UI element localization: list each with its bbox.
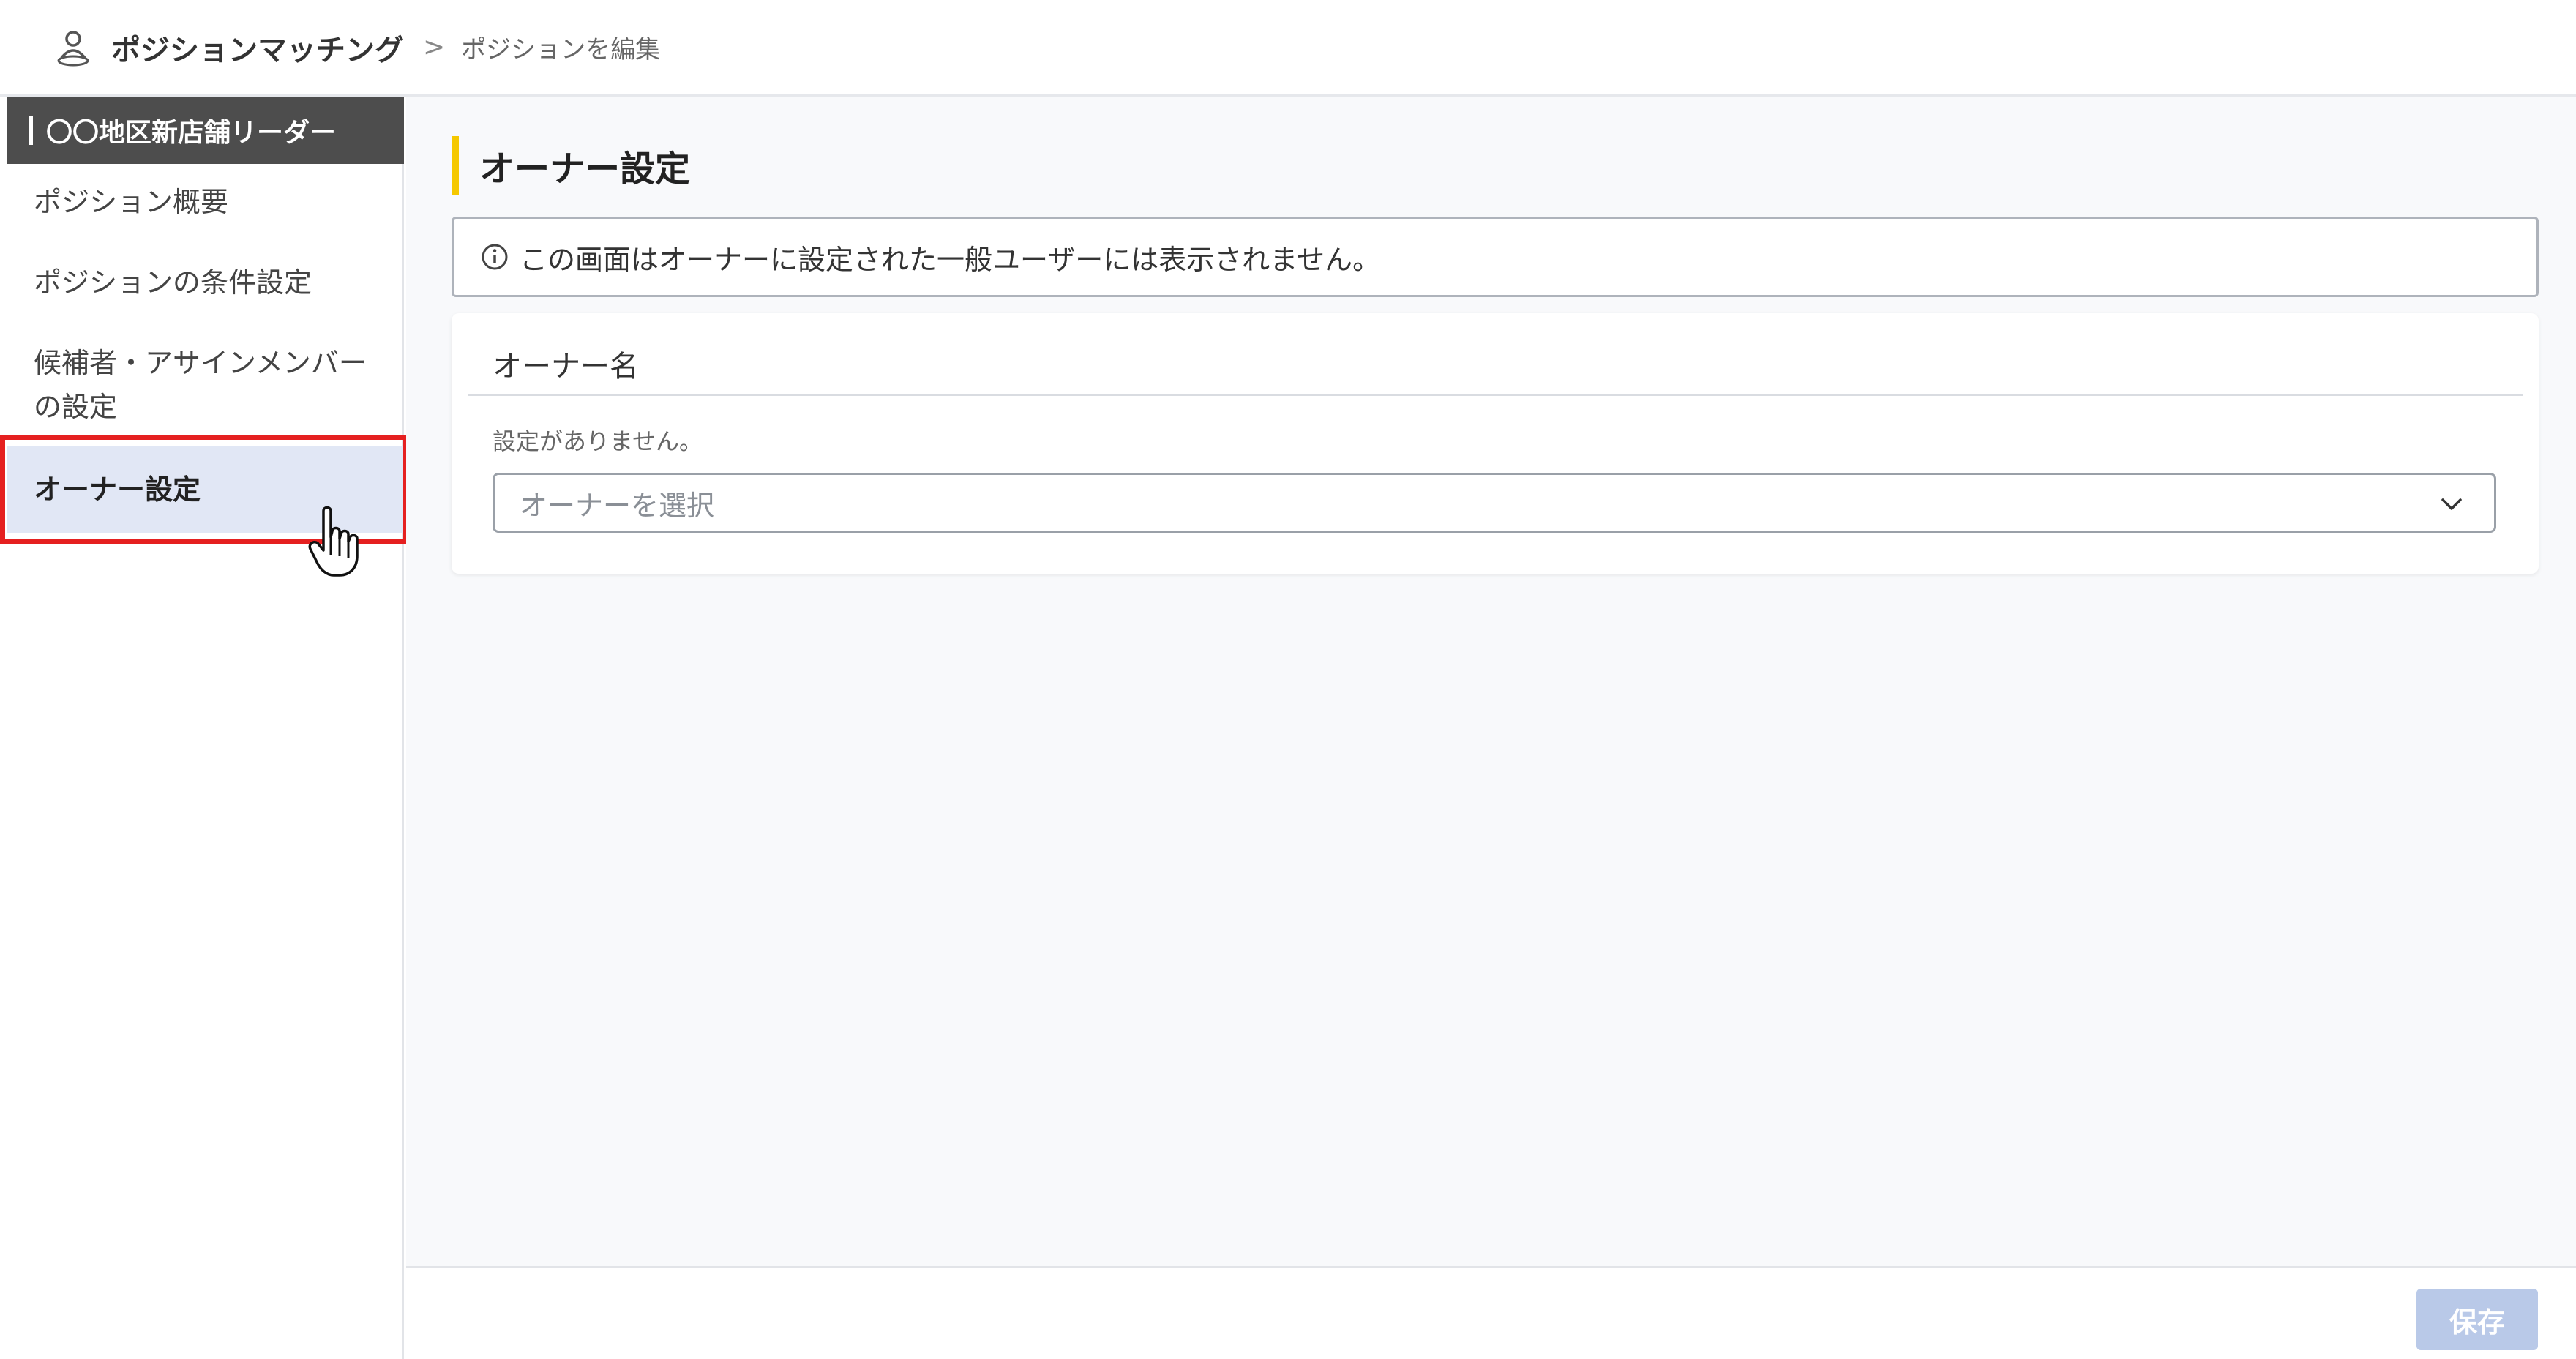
sidebar-item-candidates-members[interactable]: 候補者・アサインメンバーの設定 bbox=[7, 341, 388, 429]
owner-select-placeholder: オーナーを選択 bbox=[520, 489, 715, 522]
app-name[interactable]: ポジションマッチング bbox=[111, 26, 404, 69]
no-settings-note: 設定がありません。 bbox=[493, 427, 703, 455]
owner-select[interactable]: オーナーを選択 bbox=[493, 473, 2496, 533]
sidebar-item-label: ポジションの条件設定 bbox=[34, 266, 312, 299]
card-divider bbox=[468, 394, 2523, 396]
owner-card: オーナー名 設定がありません。 オーナーを選択 bbox=[452, 313, 2539, 574]
sidebar-item-position-conditions[interactable]: ポジションの条件設定 bbox=[7, 261, 404, 304]
card-title: オーナー名 bbox=[493, 350, 639, 383]
breadcrumb-current: ポジションを編集 bbox=[461, 35, 661, 64]
breadcrumb-separator: > bbox=[423, 32, 446, 62]
app-window: ポジションマッチング > ポジションを編集 〇〇地区新店舗リーダー ポジション概… bbox=[0, 0, 2576, 1359]
hand-pointer-cursor-icon bbox=[308, 506, 359, 577]
sidebar-item-position-overview[interactable]: ポジション概要 bbox=[7, 180, 404, 224]
save-button[interactable]: 保存 bbox=[2416, 1289, 2538, 1350]
header: ポジションマッチング > ポジションを編集 bbox=[0, 0, 2576, 97]
sidebar: 〇〇地区新店舗リーダー ポジション概要 ポジションの条件設定 候補者・アサインメ… bbox=[0, 97, 404, 1359]
notice-banner: この画面はオーナーに設定された一般ユーザーには表示されません。 bbox=[452, 217, 2539, 297]
sidebar-item-label: ポジション概要 bbox=[34, 186, 229, 218]
footer-bar: 保存 bbox=[406, 1266, 2576, 1359]
chevron-down-icon bbox=[2441, 498, 2462, 510]
person-pin-icon bbox=[50, 24, 97, 71]
sidebar-section-title-text: 〇〇地区新店舗リーダー bbox=[46, 118, 337, 148]
sidebar-item-label: オーナー設定 bbox=[34, 473, 201, 506]
title-bar-marker bbox=[29, 116, 33, 145]
sidebar-item-label: 候補者・アサインメンバーの設定 bbox=[34, 347, 367, 423]
notice-text: この画面はオーナーに設定された一般ユーザーには表示されません。 bbox=[520, 243, 1381, 276]
main-content: オーナー設定 この画面はオーナーに設定された一般ユーザーには表示されません。 オ… bbox=[406, 97, 2576, 1268]
sidebar-section-title: 〇〇地区新店舗リーダー bbox=[7, 97, 404, 164]
page-title: オーナー設定 bbox=[452, 136, 690, 195]
info-icon bbox=[482, 244, 508, 270]
